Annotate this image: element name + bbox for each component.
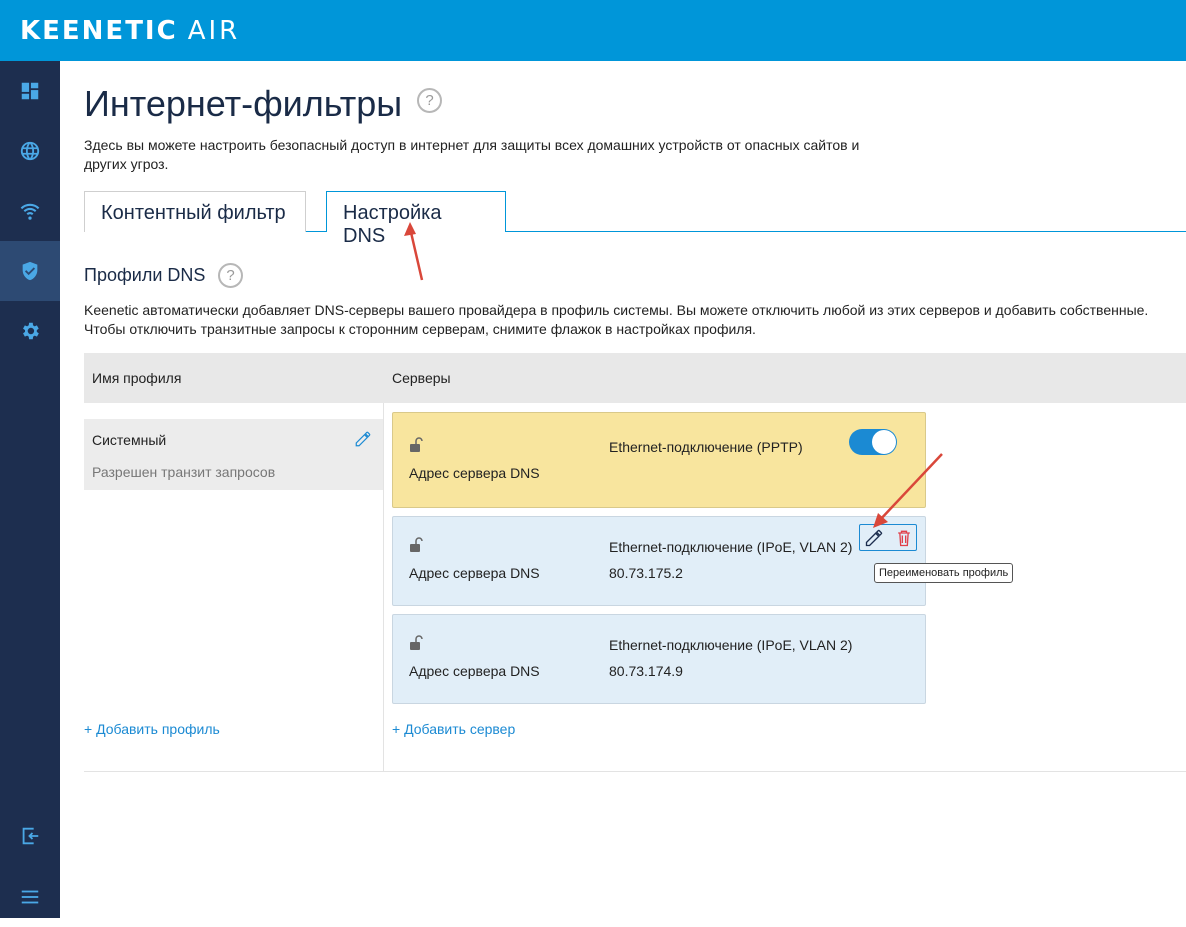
- section-description: Keenetic автоматически добавляет DNS-сер…: [84, 302, 1149, 337]
- dns-server-ip: 80.73.174.9: [609, 663, 683, 679]
- globe-icon: [20, 141, 40, 161]
- edit-pencil-icon[interactable]: [354, 430, 372, 448]
- rename-tooltip: Переименовать профиль: [874, 563, 1014, 583]
- top-bar: KEENETIC AIR: [0, 0, 1186, 61]
- page-description: Здесь вы можете настроить безопасный дос…: [84, 137, 860, 172]
- dns-connection-name: Ethernet-подключение (IPoE, VLAN 2): [609, 539, 853, 555]
- table-header: Имя профиля Серверы: [84, 353, 1186, 403]
- dns-server-card[interactable]: Адрес сервера DNS Ethernet-подключение (…: [392, 516, 926, 606]
- profile-row[interactable]: Системный Разрешен транзит запросов: [84, 419, 383, 490]
- sidebar-item-dashboard[interactable]: [0, 61, 60, 121]
- sidebar-item-settings[interactable]: [0, 301, 60, 361]
- sidebar: [0, 61, 60, 918]
- dns-server-ip: 80.73.175.2: [609, 565, 683, 581]
- sidebar-item-menu[interactable]: [0, 867, 60, 927]
- page-help-button[interactable]: ?: [417, 88, 442, 113]
- brand-model: AIR: [187, 16, 241, 46]
- column-divider: [383, 403, 384, 771]
- dns-connection-name: Ethernet-подключение (IPoE, VLAN 2): [609, 637, 853, 653]
- trash-icon[interactable]: [894, 528, 914, 548]
- add-server-link[interactable]: + Добавить сервер: [392, 721, 515, 737]
- sidebar-item-security[interactable]: [0, 241, 60, 301]
- dns-server-label: Адрес сервера DNS: [409, 663, 540, 679]
- server-actions: [859, 524, 917, 551]
- tab-content-filter[interactable]: Контентный фильтр: [84, 191, 306, 232]
- dns-server-card[interactable]: Адрес сервера DNS Ethernet-подключение (…: [392, 412, 926, 508]
- shield-icon: [22, 261, 38, 281]
- logout-icon: [22, 827, 39, 845]
- unlock-icon[interactable]: [409, 635, 423, 651]
- page-title: Интернет-фильтры: [84, 83, 403, 124]
- section-help-button[interactable]: ?: [218, 263, 243, 288]
- dns-server-label: Адрес сервера DNS: [409, 465, 540, 481]
- dns-server-toggle[interactable]: [849, 429, 897, 455]
- dns-server-label: Адрес сервера DNS: [409, 565, 540, 581]
- wifi-icon: [20, 203, 40, 220]
- menu-icon: [21, 890, 39, 904]
- brand-name: KEENETIC: [20, 16, 178, 46]
- dns-server-card[interactable]: Адрес сервера DNS Ethernet-подключение (…: [392, 614, 926, 704]
- sidebar-item-wifi[interactable]: [0, 181, 60, 241]
- sidebar-item-logout[interactable]: [0, 806, 60, 866]
- dns-connection-name: Ethernet-подключение (PPTP): [609, 439, 803, 455]
- column-header-servers: Серверы: [392, 370, 451, 386]
- sidebar-item-internet[interactable]: [0, 121, 60, 181]
- unlock-icon[interactable]: [409, 437, 423, 453]
- section-title: Профили DNS: [84, 265, 206, 285]
- profile-name: Системный: [92, 432, 167, 448]
- brand-logo[interactable]: KEENETIC AIR: [20, 16, 240, 46]
- column-header-profile: Имя профиля: [92, 370, 182, 386]
- profile-status: Разрешен транзит запросов: [92, 464, 276, 480]
- tab-dns-settings[interactable]: Настройка DNS: [326, 191, 506, 247]
- main-content: Интернет-фильтры ? Здесь вы можете настр…: [60, 61, 1186, 918]
- toggle-knob: [872, 430, 896, 454]
- add-profile-link[interactable]: + Добавить профиль: [84, 721, 220, 737]
- table-bottom-divider: [84, 771, 1186, 772]
- rename-pencil-icon[interactable]: [864, 528, 884, 548]
- gear-icon: [23, 322, 39, 340]
- dashboard-icon: [21, 82, 39, 100]
- unlock-icon[interactable]: [409, 537, 423, 553]
